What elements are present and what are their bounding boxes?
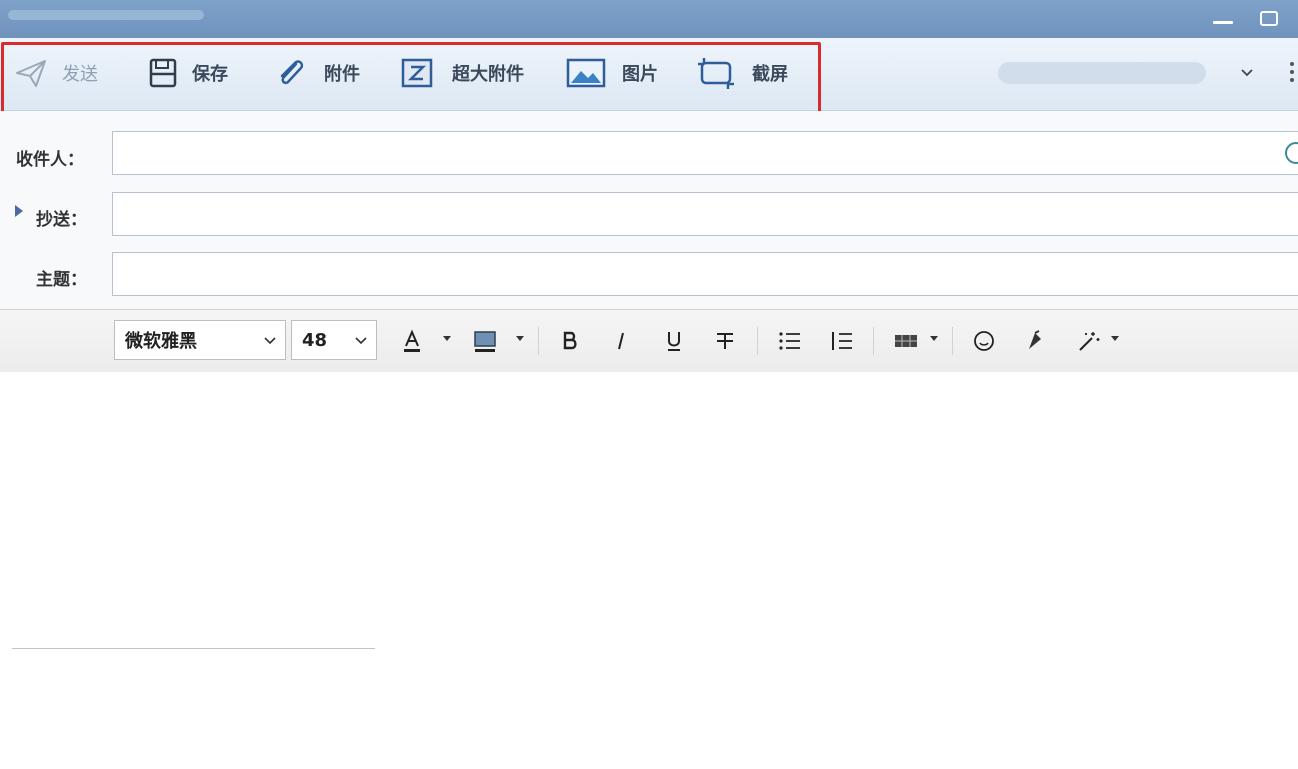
magic-wand-icon [1079,332,1100,351]
save-label: 保存 [192,64,228,85]
title-bar [0,0,1298,38]
italic-button[interactable] [607,326,635,356]
screenshot-label: 截屏 [752,64,788,85]
bullet-list-icon [779,332,800,350]
magic-wand-dropdown[interactable] [1111,336,1119,341]
expand-arrow-icon[interactable] [15,205,23,217]
message-body[interactable] [0,372,1298,769]
save-button[interactable]: 保存 [146,55,228,91]
cc-field[interactable] [112,192,1298,236]
magic-wand-button[interactable] [1076,326,1104,356]
paperclip-icon [280,60,304,85]
format-painter-button[interactable] [1021,326,1049,356]
large-attachment-label: 超大附件 [452,64,524,85]
numbered-list-icon [832,332,852,350]
bold-icon [563,331,577,350]
screenshot-icon [698,58,734,89]
emoji-button[interactable] [970,326,998,356]
bold-button[interactable] [556,326,584,356]
minimize-button[interactable] [1210,6,1236,30]
emoji-icon [974,331,994,351]
attachment-button[interactable]: 附件 [274,55,360,91]
to-field[interactable] [112,131,1298,175]
picture-button[interactable]: 图片 [566,55,658,91]
divider [873,327,874,355]
bullet-list-button[interactable] [776,326,804,356]
size-select[interactable]: 48 [291,320,377,360]
table-button[interactable] [892,326,920,356]
strikethrough-button[interactable] [711,326,739,356]
italic-icon [618,332,624,350]
font-color-button[interactable] [398,326,426,356]
bg-color-button[interactable] [471,326,499,356]
subject-field[interactable] [112,252,1298,296]
font-value: 微软雅黑 [125,331,197,352]
send-label: 发送 [62,64,98,85]
numbered-list-button[interactable] [828,326,856,356]
divider [757,327,758,355]
maximize-button[interactable] [1256,6,1282,30]
paper-plane-icon [16,60,46,87]
highlight-color-icon [474,331,496,352]
divider [538,327,539,355]
picture-label: 图片 [622,64,658,85]
screenshot-button[interactable]: 截屏 [696,55,788,91]
underline-button[interactable] [660,326,688,356]
to-label: 收件人： [16,150,84,170]
sender-account[interactable] [998,62,1206,84]
more-options-icon[interactable] [1286,58,1298,88]
chevron-down-icon [264,337,276,345]
bg-color-dropdown[interactable] [516,336,524,341]
cc-label: 抄送： [36,210,87,230]
chevron-down-icon [355,337,367,345]
attachment-label: 附件 [324,64,360,85]
brush-icon [1029,330,1041,349]
strikethrough-icon [717,333,733,349]
large-attachment-button[interactable]: 超大附件 [400,55,524,91]
size-value: 48 [302,329,328,351]
large-attachment-icon [401,58,433,88]
send-button[interactable]: 发送 [14,55,98,91]
font-select[interactable]: 微软雅黑 [114,320,286,360]
window-title [8,10,204,20]
table-dropdown[interactable] [930,336,938,341]
image-icon [566,58,606,88]
chevron-down-icon[interactable] [1238,62,1256,82]
divider [952,327,953,355]
signature-divider [12,648,375,649]
font-color-icon [404,329,420,352]
table-icon [895,335,917,347]
save-icon [149,58,177,88]
subject-label: 主题： [36,270,87,290]
underline-icon [668,332,680,351]
font-color-dropdown[interactable] [443,336,451,341]
